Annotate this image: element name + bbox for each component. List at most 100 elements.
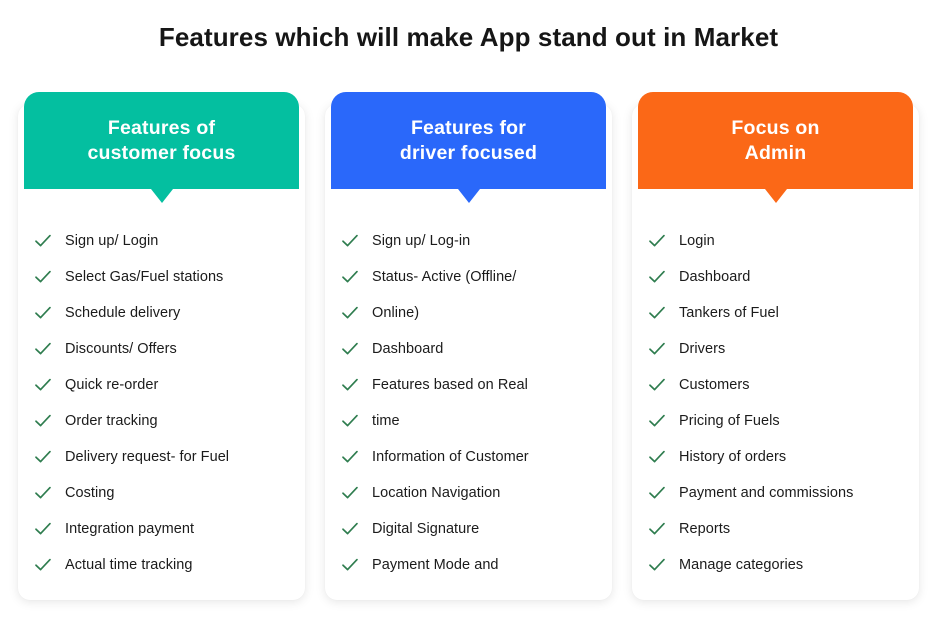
list-item[interactable]: Digital Signature: [325, 511, 612, 547]
list-item[interactable]: Tankers of Fuel: [632, 295, 919, 331]
list-item[interactable]: Dashboard: [632, 259, 919, 295]
list-item[interactable]: Location Navigation: [325, 475, 612, 511]
check-icon: [647, 303, 667, 323]
feature-card-admin: Focus on Admin Login Dashboard Tankers o…: [632, 92, 919, 600]
list-item[interactable]: Actual time tracking: [18, 547, 305, 583]
list-item[interactable]: Discounts/ Offers: [18, 331, 305, 367]
check-icon: [647, 555, 667, 575]
feature-card-customer: Features of customer focus Sign up/ Logi…: [18, 92, 305, 600]
list-item[interactable]: Pricing of Fuels: [632, 403, 919, 439]
list-item-label: Select Gas/Fuel stations: [65, 269, 224, 285]
list-item-label: Drivers: [679, 341, 726, 357]
card-header-title: Focus on Admin: [731, 116, 820, 164]
check-icon: [647, 483, 667, 503]
check-icon: [33, 267, 53, 287]
card-header-title: Features for driver focused: [399, 116, 538, 164]
list-item-label: Features based on Real: [372, 377, 528, 393]
check-icon: [340, 303, 360, 323]
list-item-label: Delivery request- for Fuel: [65, 449, 230, 465]
list-item-label: time: [372, 413, 400, 429]
page-title: Features which will make App stand out i…: [158, 22, 779, 52]
infographic-page: Features which will make App stand out i…: [0, 0, 937, 627]
list-item-label: Discounts/ Offers: [65, 341, 177, 357]
list-item-label: Costing: [65, 485, 115, 501]
card-header-customer: Features of customer focus: [24, 92, 299, 189]
list-item-label: Order tracking: [65, 413, 158, 429]
list-item[interactable]: Delivery request- for Fuel: [18, 439, 305, 475]
check-icon: [33, 555, 53, 575]
list-item-label: Reports: [679, 521, 731, 537]
list-item-label: Payment and commissions: [679, 485, 854, 501]
list-item[interactable]: Reports: [632, 511, 919, 547]
check-icon: [33, 375, 53, 395]
list-item[interactable]: Integration payment: [18, 511, 305, 547]
list-item-label: Actual time tracking: [65, 557, 193, 573]
list-item-label: Dashboard: [372, 341, 444, 357]
list-item[interactable]: History of orders: [632, 439, 919, 475]
check-icon: [340, 555, 360, 575]
list-item[interactable]: Payment and commissions: [632, 475, 919, 511]
check-icon: [647, 411, 667, 431]
list-item[interactable]: Login: [632, 223, 919, 259]
list-item[interactable]: Order tracking: [18, 403, 305, 439]
card-pointer-driver: [457, 189, 480, 203]
list-item[interactable]: Quick re-order: [18, 367, 305, 403]
check-icon: [340, 447, 360, 467]
list-item[interactable]: Payment Mode and: [325, 547, 612, 583]
list-item[interactable]: Customers: [632, 367, 919, 403]
check-icon: [647, 519, 667, 539]
card-pointer-customer: [150, 189, 173, 203]
feature-card-driver: Features for driver focused Sign up/ Log…: [325, 92, 612, 600]
list-item[interactable]: Schedule delivery: [18, 295, 305, 331]
list-item-label: Location Navigation: [372, 485, 501, 501]
list-item-label: History of orders: [679, 449, 787, 465]
list-item[interactable]: Sign up/ Log-in: [325, 223, 612, 259]
check-icon: [647, 339, 667, 359]
check-icon: [33, 519, 53, 539]
list-item-label: Digital Signature: [372, 521, 480, 537]
card-header-driver: Features for driver focused: [331, 92, 606, 189]
list-item-label: Dashboard: [679, 269, 751, 285]
list-item-label: Customers: [679, 377, 750, 393]
list-item-label: Integration payment: [65, 521, 195, 537]
list-item[interactable]: Costing: [18, 475, 305, 511]
list-item[interactable]: Online): [325, 295, 612, 331]
check-icon: [33, 411, 53, 431]
list-item-label: Sign up/ Log-in: [372, 233, 471, 249]
check-icon: [647, 375, 667, 395]
list-item[interactable]: Features based on Real: [325, 367, 612, 403]
check-icon: [340, 519, 360, 539]
list-item-label: Login: [679, 233, 715, 249]
list-item[interactable]: Manage categories: [632, 547, 919, 583]
check-icon: [647, 267, 667, 287]
check-icon: [33, 447, 53, 467]
list-item[interactable]: Drivers: [632, 331, 919, 367]
feature-list-driver: Sign up/ Log-in Status- Active (Offline/…: [325, 223, 612, 583]
check-icon: [340, 267, 360, 287]
list-item[interactable]: Select Gas/Fuel stations: [18, 259, 305, 295]
check-icon: [33, 231, 53, 251]
card-header-title: Features of customer focus: [87, 116, 236, 164]
check-icon: [647, 231, 667, 251]
check-icon: [33, 303, 53, 323]
list-item-label: Status- Active (Offline/: [372, 269, 517, 285]
list-item[interactable]: Sign up/ Login: [18, 223, 305, 259]
feature-list-admin: Login Dashboard Tankers of Fuel Drivers …: [632, 223, 919, 583]
list-item[interactable]: Status- Active (Offline/: [325, 259, 612, 295]
check-icon: [33, 483, 53, 503]
list-item-label: Manage categories: [679, 557, 804, 573]
list-item[interactable]: time: [325, 403, 612, 439]
list-item-label: Pricing of Fuels: [679, 413, 780, 429]
check-icon: [340, 339, 360, 359]
card-pointer-admin: [764, 189, 787, 203]
list-item-label: Information of Customer: [372, 449, 529, 465]
list-item-label: Payment Mode and: [372, 557, 499, 573]
check-icon: [340, 375, 360, 395]
check-icon: [340, 231, 360, 251]
feature-list-customer: Sign up/ Login Select Gas/Fuel stations …: [18, 223, 305, 583]
list-item[interactable]: Information of Customer: [325, 439, 612, 475]
list-item-label: Schedule delivery: [65, 305, 181, 321]
list-item[interactable]: Dashboard: [325, 331, 612, 367]
list-item-label: Sign up/ Login: [65, 233, 159, 249]
list-item-label: Quick re-order: [65, 377, 159, 393]
